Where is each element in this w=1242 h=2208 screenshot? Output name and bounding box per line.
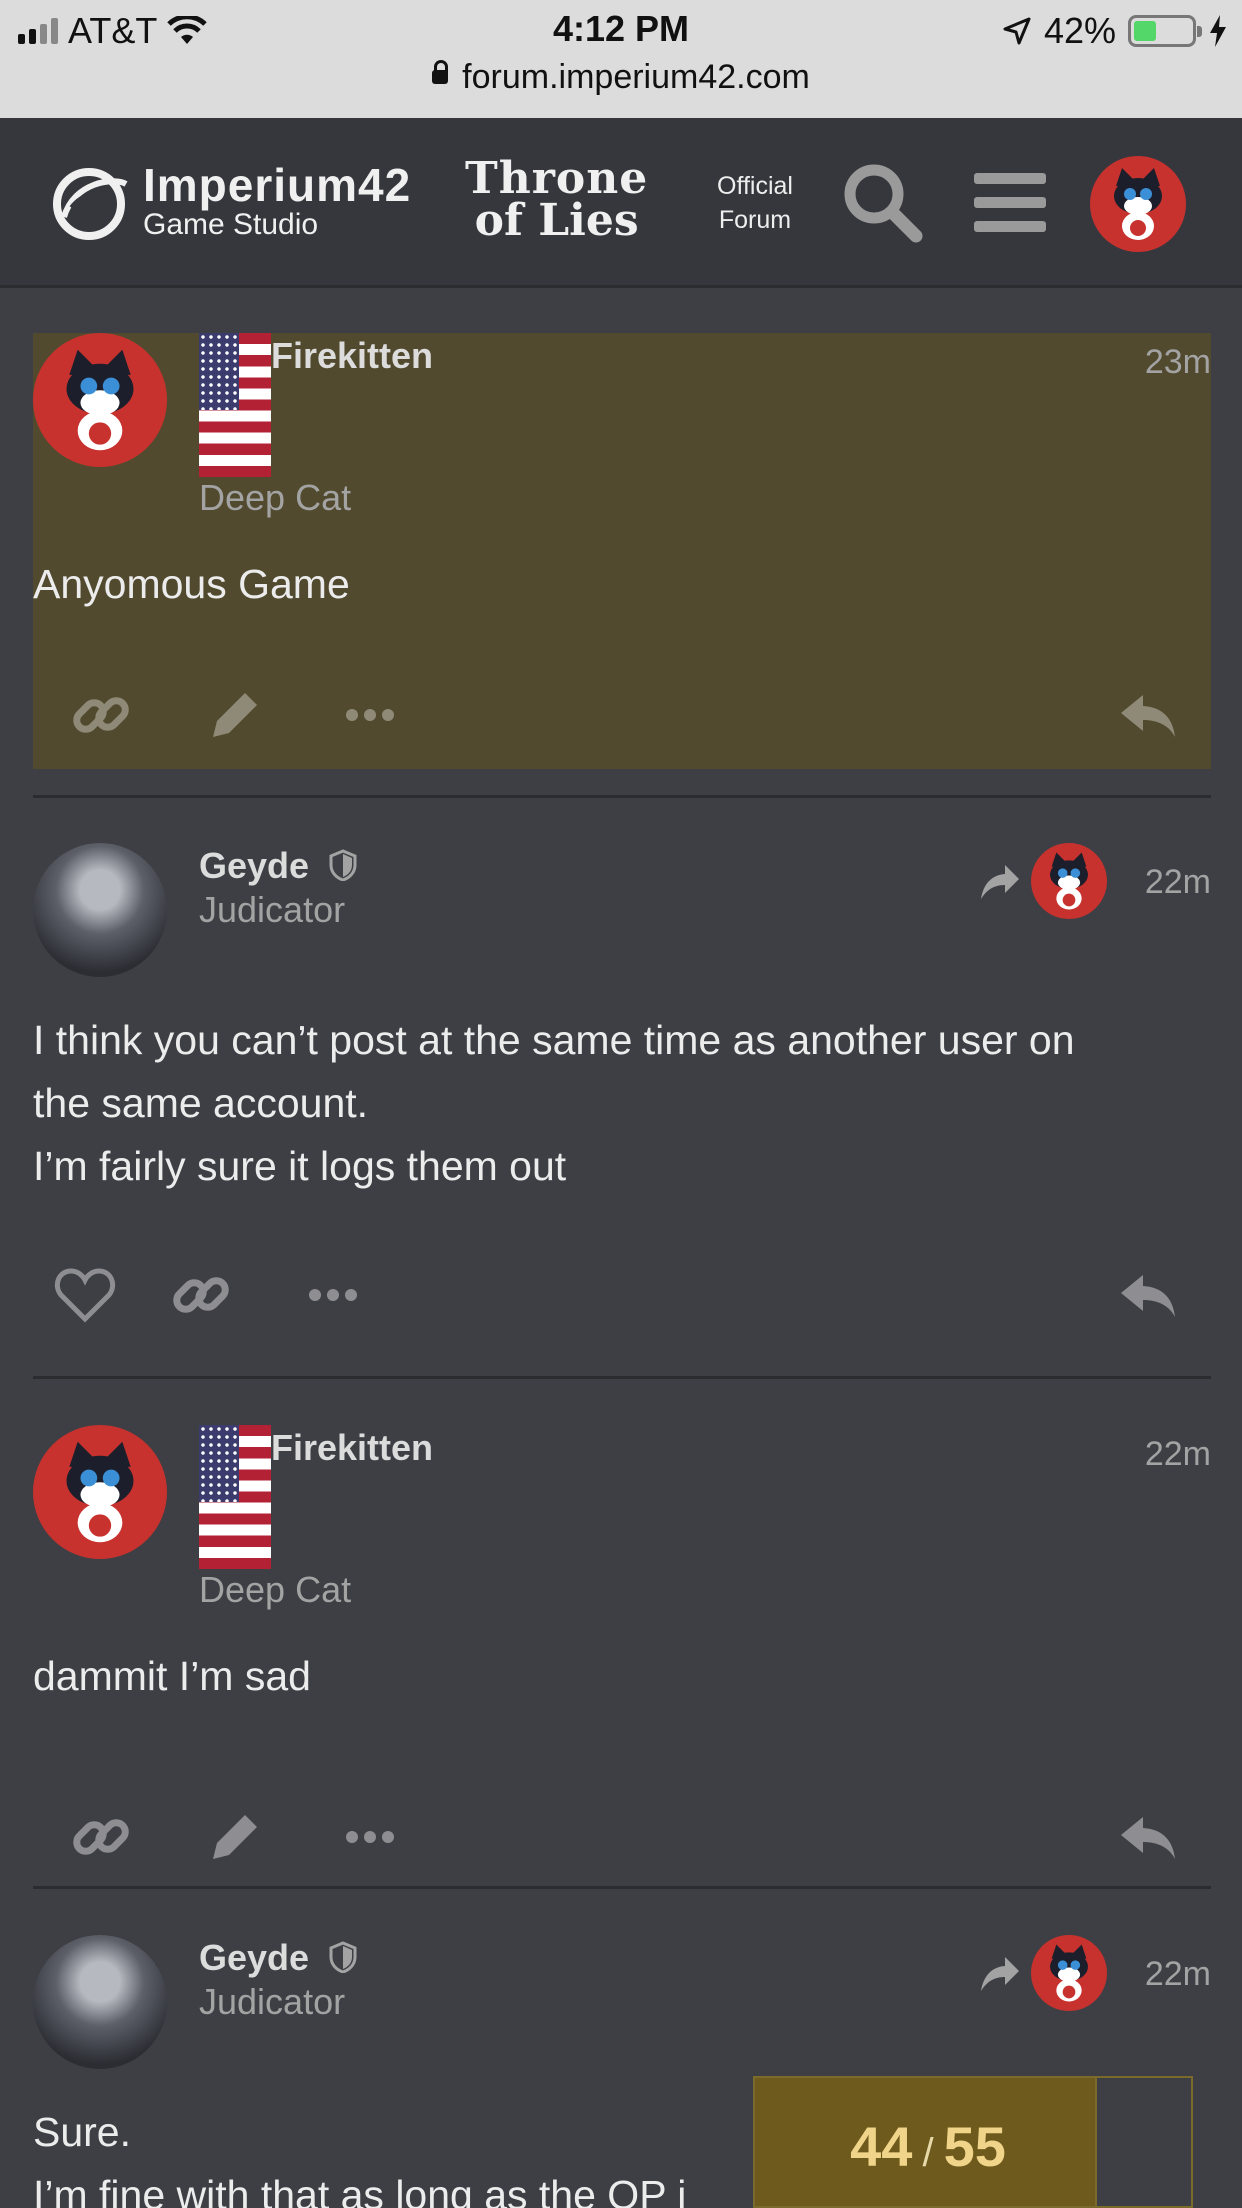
cat-mascot-icon	[1114, 168, 1162, 240]
moderator-shield-icon	[329, 849, 357, 882]
game-title-line2: of Lies	[474, 194, 639, 246]
link-icon[interactable]	[69, 683, 133, 747]
topic-progress[interactable]: 44/55	[753, 2076, 1193, 2208]
reply-arrow-icon	[981, 865, 1019, 899]
reply-arrow-icon	[981, 1957, 1019, 1991]
battery-percent: 42%	[1043, 10, 1116, 51]
game-title-line1: Throne	[465, 153, 649, 204]
moderator-shield-icon	[329, 1941, 357, 1974]
post-body: Anyomous Game	[33, 553, 350, 616]
us-flag-icon	[199, 333, 271, 477]
username[interactable]: Firekitten	[271, 335, 433, 377]
post-body: I think you can’t post at the same time …	[33, 1009, 1075, 1198]
cat-mascot-icon	[1050, 852, 1088, 910]
site-header: Imperium42 Game Studio Throne of Lies Of…	[0, 118, 1242, 288]
charging-bolt-icon	[1210, 15, 1226, 47]
post-body: dammit I’m sad	[33, 1645, 311, 1708]
reply-to-avatar	[1031, 1935, 1107, 2011]
edit-pencil-icon[interactable]	[203, 683, 267, 747]
post-time[interactable]: 22m	[1145, 1435, 1211, 1474]
us-flag-icon	[199, 1425, 271, 1569]
post-body: Sure. I’m fine with that as long as the …	[33, 2101, 686, 2208]
post-text: dammit I’m sad	[33, 1653, 311, 1699]
avatar[interactable]	[33, 333, 167, 467]
cat-mascot-icon	[66, 349, 134, 451]
hamburger-menu-icon[interactable]	[966, 158, 1056, 248]
link-icon[interactable]	[169, 1263, 233, 1327]
reply-to-indicator[interactable]	[977, 843, 1107, 919]
username-row: Geyde	[199, 845, 357, 887]
progress-counter: 44/55	[755, 2114, 1101, 2179]
studio-logo-text[interactable]: Imperium42 Game Studio	[143, 162, 411, 240]
official-forum-label: Official Forum	[700, 170, 810, 238]
user-title: Deep Cat	[199, 1569, 352, 1610]
avatar[interactable]	[33, 843, 167, 977]
edit-pencil-icon[interactable]	[203, 1805, 267, 1869]
search-icon[interactable]	[838, 158, 928, 248]
user-title: Deep Cat	[199, 477, 352, 518]
post-divider	[33, 1886, 1211, 1889]
throne-of-lies-logo[interactable]: Throne of Lies	[465, 153, 649, 246]
more-options-icon[interactable]	[338, 683, 402, 747]
reply-icon[interactable]	[1117, 1805, 1181, 1869]
status-right: 42%	[1002, 10, 1228, 52]
post-text-line: Sure.	[33, 2109, 131, 2155]
reply-to-indicator[interactable]	[977, 1935, 1107, 2011]
cat-mascot-icon	[66, 1441, 134, 1543]
avatar[interactable]	[33, 1935, 167, 2069]
more-options-icon[interactable]	[301, 1263, 365, 1327]
reply-icon[interactable]	[1117, 1263, 1181, 1327]
lock-icon	[432, 60, 449, 85]
official-line2: Forum	[718, 205, 792, 234]
post-text-line: I think you can’t post at the same time …	[33, 1017, 1075, 1063]
url-text: forum.imperium42.com	[462, 58, 810, 96]
post-time[interactable]: 22m	[1145, 1955, 1211, 1994]
username-row: Geyde	[199, 1937, 357, 1979]
post-divider	[33, 795, 1211, 798]
status-bar: AT&T 4:12 PM 42% forum.imperium42.com	[0, 0, 1242, 118]
post-time[interactable]: 22m	[1145, 863, 1211, 902]
progress-expand-toggle[interactable]	[1095, 2078, 1191, 2206]
total-posts: 55	[943, 2115, 1006, 2178]
username[interactable]: Geyde	[199, 1937, 309, 1978]
like-heart-icon[interactable]	[53, 1263, 117, 1327]
location-arrow-icon	[1003, 17, 1031, 45]
studio-name: Imperium42	[143, 159, 412, 211]
post-divider	[33, 1376, 1211, 1379]
current-post: 44	[850, 2115, 913, 2178]
post-text-line: I’m fine with that as long as the OP i	[33, 2172, 687, 2208]
more-options-icon[interactable]	[338, 1805, 402, 1869]
username[interactable]: Geyde	[199, 845, 309, 886]
user-title: Judicator	[199, 889, 346, 930]
progress-separator: /	[922, 2131, 934, 2175]
address-bar[interactable]: forum.imperium42.com	[0, 58, 1242, 97]
cat-mascot-icon	[1050, 1944, 1088, 2002]
imperium42-logo-icon[interactable]	[44, 162, 134, 242]
reply-to-avatar	[1031, 843, 1107, 919]
post-text: Anyomous Game	[33, 561, 350, 607]
post-text-line: the same account.	[33, 1080, 369, 1126]
link-icon[interactable]	[69, 1805, 133, 1869]
user-title: Judicator	[199, 1981, 346, 2022]
user-avatar[interactable]	[1090, 156, 1186, 252]
post-2: Geyde Judicator 22m I think you can’t po…	[33, 843, 1211, 1343]
battery-icon	[1128, 15, 1202, 47]
post-time[interactable]: 23m	[1145, 343, 1211, 382]
post-3: Firekitten Deep Cat 22m dammit I’m sad	[33, 1425, 1211, 1885]
reply-icon[interactable]	[1117, 683, 1181, 747]
username[interactable]: Firekitten	[271, 1427, 433, 1469]
avatar[interactable]	[33, 1425, 167, 1559]
official-line1: Official	[717, 172, 793, 200]
post-1: Firekitten Deep Cat 23m Anyomous Game	[33, 333, 1211, 769]
studio-subtitle: Game Studio	[143, 208, 319, 241]
post-text-line: I’m fairly sure it logs them out	[33, 1143, 567, 1189]
